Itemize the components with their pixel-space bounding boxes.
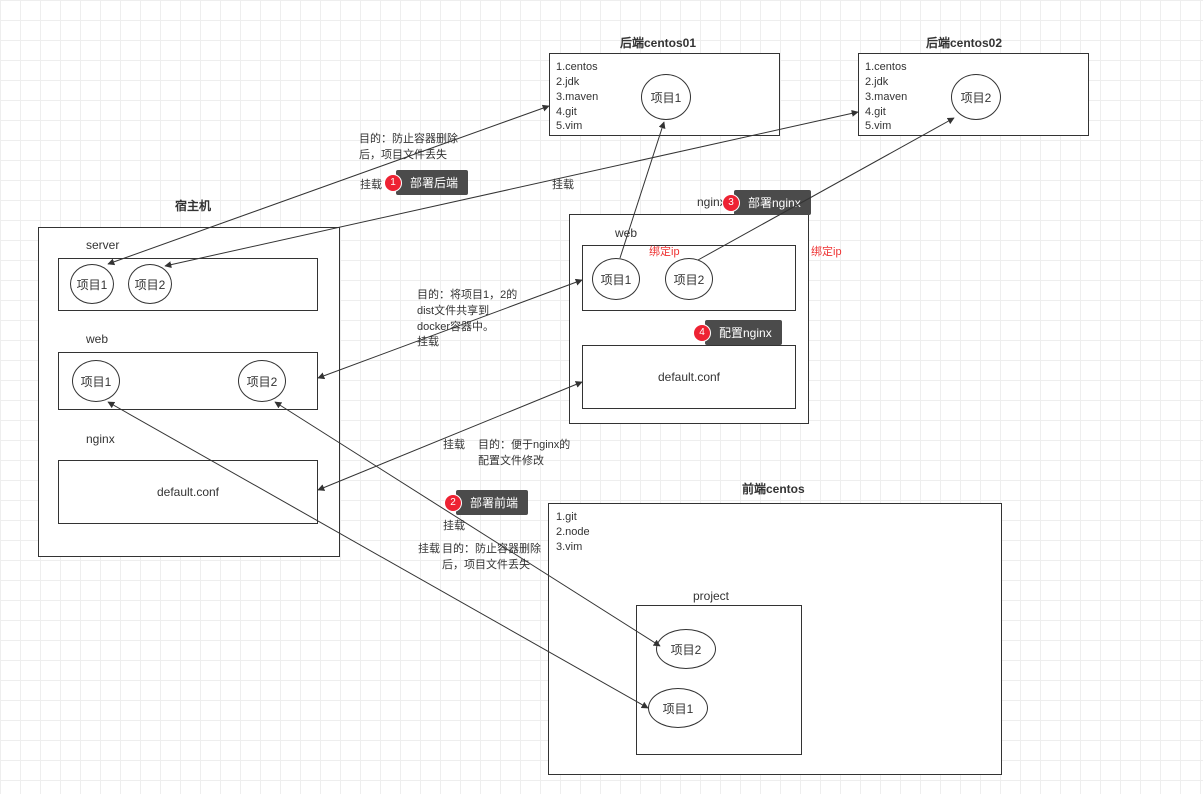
diagram-canvas: 宿主机 server 项目1 项目2 web 项目1 项目2 nginx def… bbox=[0, 0, 1203, 794]
backend1-list: 1.centos 2.jdk 3.maven 4.git 5.vim bbox=[556, 60, 598, 134]
frontend-project2: 项目2 bbox=[656, 629, 716, 669]
callout-badge-2: 2 bbox=[444, 494, 462, 512]
note-conf-edit: 目的：便于nginx的 配置文件修改 bbox=[478, 436, 570, 468]
bind-ip-label-1: 绑定ip bbox=[649, 243, 680, 259]
host-server-project2: 项目2 bbox=[128, 264, 172, 304]
mount-label-6: 挂载 bbox=[418, 540, 440, 556]
nginx-default-conf-text: default.conf bbox=[658, 370, 720, 384]
mount-label-1: 挂载 bbox=[360, 176, 382, 192]
frontend-title: 前端centos bbox=[742, 480, 805, 497]
note-dist-share: 目的：将项目1，2的 dist文件共享到 docker容器中。 bbox=[417, 286, 517, 334]
backend1-title: 后端centos01 bbox=[620, 34, 696, 51]
frontend-list: 1.git 2.node 3.vim bbox=[556, 510, 590, 555]
host-title: 宿主机 bbox=[175, 197, 211, 214]
host-server-title: server bbox=[86, 238, 119, 252]
backend2-list: 1.centos 2.jdk 3.maven 4.git 5.vim bbox=[865, 60, 907, 134]
mount-label-4: 挂载 bbox=[443, 436, 465, 452]
backend1-project1: 项目1 bbox=[641, 74, 691, 120]
mount-label-2: 挂载 bbox=[552, 176, 574, 192]
callout-deploy-nginx: 3 部署nginx bbox=[722, 190, 811, 215]
callout-deploy-backend: 1 部署后端 bbox=[384, 170, 468, 195]
host-nginx-title: nginx bbox=[86, 432, 115, 446]
callout-config-nginx: 4 配置nginx bbox=[693, 320, 782, 345]
nginx-default-conf-box: default.conf bbox=[582, 345, 796, 409]
nginx-project1: 项目1 bbox=[592, 258, 640, 300]
mount-label-3: 挂载 bbox=[417, 333, 439, 349]
nginx-web-title: web bbox=[615, 226, 637, 240]
host-web-title: web bbox=[86, 332, 108, 346]
frontend-project1: 项目1 bbox=[648, 688, 708, 728]
host-default-conf-box: default.conf bbox=[58, 460, 318, 524]
callout-deploy-frontend: 2 部署前端 bbox=[444, 490, 528, 515]
callout-badge-1: 1 bbox=[384, 174, 402, 192]
callout-badge-4: 4 bbox=[693, 324, 711, 342]
note-backend-purpose: 目的：防止容器删除 后，项目文件丢失 bbox=[359, 130, 458, 162]
host-web-project2: 项目2 bbox=[238, 360, 286, 402]
bind-ip-label-2: 绑定ip bbox=[811, 243, 842, 259]
frontend-project-box bbox=[636, 605, 802, 755]
backend2-title: 后端centos02 bbox=[926, 34, 1002, 51]
callout-tag-3: 部署nginx bbox=[734, 190, 811, 215]
backend2-project2: 项目2 bbox=[951, 74, 1001, 120]
nginx-project2: 项目2 bbox=[665, 258, 713, 300]
mount-label-5: 挂载 bbox=[443, 517, 465, 533]
callout-tag-1: 部署后端 bbox=[396, 170, 468, 195]
callout-badge-3: 3 bbox=[722, 194, 740, 212]
host-server-project1: 项目1 bbox=[70, 264, 114, 304]
note-frontend-purpose: 目的：防止容器删除 后，项目文件丢失 bbox=[442, 540, 541, 572]
host-default-conf-text: default.conf bbox=[157, 485, 219, 499]
frontend-project-title: project bbox=[693, 589, 729, 603]
callout-tag-4: 配置nginx bbox=[705, 320, 782, 345]
callout-tag-2: 部署前端 bbox=[456, 490, 528, 515]
host-web-project1: 项目1 bbox=[72, 360, 120, 402]
